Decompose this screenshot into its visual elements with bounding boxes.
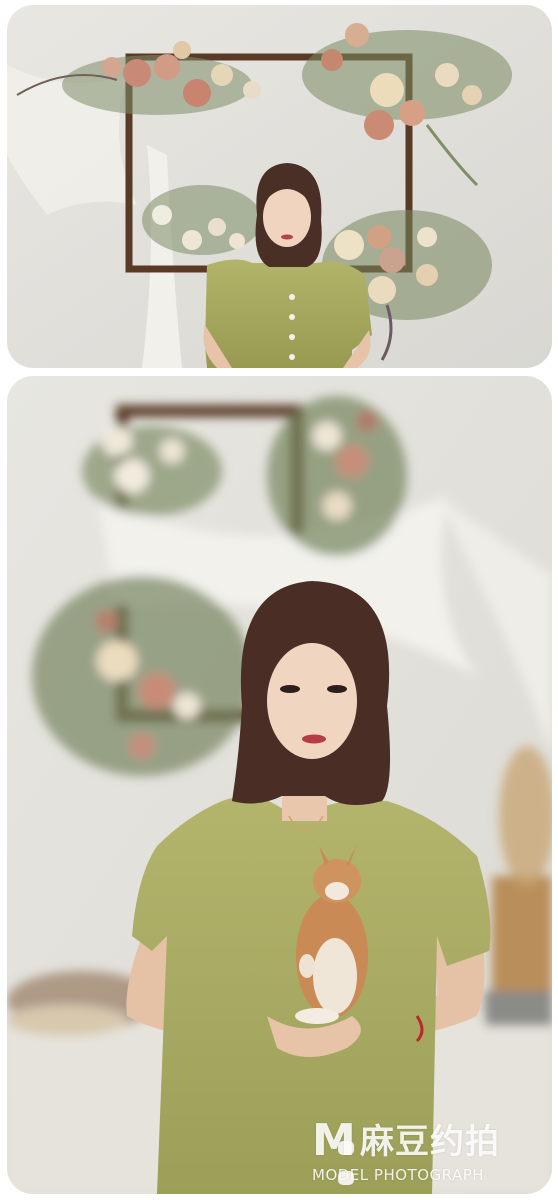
flower-arrangement xyxy=(82,426,222,516)
photo-bottom: M 麻豆约拍 MODEL PHOTOGRAPH xyxy=(7,376,552,1194)
watermark-logo-letter: M xyxy=(312,1115,356,1166)
photo-bottom-scene xyxy=(7,376,552,1194)
watermark-brand-en: MODEL PHOTOGRAPH xyxy=(312,1166,485,1184)
flower-arrangement xyxy=(32,576,252,776)
photo-top xyxy=(7,5,552,368)
photo-collage: M 麻豆约拍 MODEL PHOTOGRAPH xyxy=(0,0,558,1200)
watermark: M 麻豆约拍 MODEL PHOTOGRAPH xyxy=(312,1116,542,1186)
flower-arrangement xyxy=(142,185,262,255)
flower-arrangement xyxy=(267,396,407,556)
watermark-brand-cn: 麻豆约拍 xyxy=(360,1122,500,1162)
photo-top-scene xyxy=(7,5,552,368)
